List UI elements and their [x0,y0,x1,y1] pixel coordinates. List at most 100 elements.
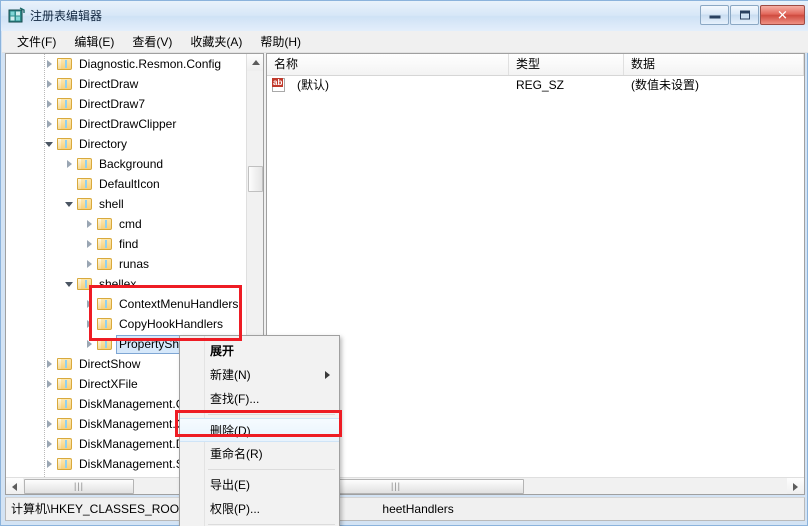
maximize-button[interactable] [730,5,759,25]
list-header: 名称 类型 数据 [267,54,804,76]
registry-values-pane[interactable]: 名称 类型 数据 ab (默认) REG_SZ (数值未设置) ||| [266,53,805,495]
folder-icon [77,177,93,191]
tree-item[interactable]: find [6,234,246,254]
tree-item[interactable]: DirectDraw [6,74,246,94]
context-menu-item-label: 重命名(R) [210,447,263,461]
maximize-icon [739,10,750,20]
grip-icon: ||| [73,481,84,491]
expand-arrow-icon[interactable] [84,259,95,270]
tree-item[interactable]: shellex [6,274,246,294]
table-row[interactable]: ab (默认) REG_SZ (数值未设置) [267,75,804,94]
menu-edit[interactable]: 编辑(E) [65,32,123,52]
list-column-header[interactable]: 名称 [267,54,509,75]
collapse-arrow-icon[interactable] [44,139,55,150]
folder-icon [57,377,73,391]
menu-file[interactable]: 文件(F) [8,32,65,52]
context-menu-item[interactable]: 导出(E) [180,473,339,497]
context-menu-item[interactable]: 重命名(R) [180,442,339,466]
tree-item[interactable]: Background [6,154,246,174]
context-menu-item-label: 查找(F)... [210,392,260,406]
tree-item[interactable]: DirectDraw7 [6,94,246,114]
tree-item[interactable]: runas [6,254,246,274]
minimize-button[interactable] [700,5,729,25]
window-controls: ✕ [700,5,805,25]
context-menu-item[interactable]: 新建(N) [180,363,339,387]
list-scroll-right-button[interactable] [787,478,804,494]
expand-arrow-icon[interactable] [44,419,55,430]
expand-arrow-icon[interactable] [64,159,75,170]
tree-item-label: DefaultIcon [99,177,160,191]
tree-item-label: runas [119,257,150,271]
folder-icon [57,417,73,431]
folder-icon [97,297,113,311]
chevron-right-icon [793,482,798,491]
context-menu-item-label: 删除(D) [210,424,251,438]
tree-item-label: DirectDrawClipper [79,117,177,131]
registry-editor-icon [8,7,25,23]
menu-view[interactable]: 查看(V) [123,32,181,52]
cell-data: (数值未设置) [631,78,699,92]
tree-item-label: shell [99,197,124,211]
menu-help[interactable]: 帮助(H) [251,32,310,52]
expand-arrow-icon[interactable] [44,99,55,110]
list-column-header[interactable]: 类型 [509,54,624,75]
tree-item[interactable]: CopyHookHandlers [6,314,246,334]
tree-item[interactable]: cmd [6,214,246,234]
context-menu-item[interactable]: 权限(P)... [180,497,339,521]
expand-arrow-icon[interactable] [84,219,95,230]
tree-item[interactable]: Diagnostic.Resmon.Config [6,54,246,74]
tree-item-label: DirectDraw [79,77,139,91]
expand-arrow-icon[interactable] [44,359,55,370]
expand-arrow-icon[interactable] [84,239,95,250]
expand-arrow-icon[interactable] [84,319,95,330]
title-bar[interactable]: 注册表编辑器 ✕ [1,1,808,31]
expand-arrow-icon[interactable] [84,339,95,350]
registry-editor-window: 注册表编辑器 ✕ 文件(F) 编辑(E) 查看(V) 收藏夹(A) 帮助(H) [0,0,808,526]
tree-scroll-thumb[interactable] [248,166,263,192]
context-menu-item[interactable]: 删除(D) [180,418,339,442]
list-column-header[interactable]: 数据 [624,54,804,75]
expand-arrow-icon[interactable] [44,459,55,470]
expand-arrow-icon[interactable] [84,299,95,310]
tree-item[interactable]: DefaultIcon [6,174,246,194]
folder-icon [97,317,113,331]
window-title: 注册表编辑器 [30,9,103,23]
folder-icon [97,337,113,351]
close-button[interactable]: ✕ [760,5,805,25]
tree-item-label: DirectShow [79,357,141,371]
collapse-arrow-icon[interactable] [64,199,75,210]
folder-icon [77,197,93,211]
tree-item-label: DirectDraw7 [79,97,146,111]
tree-item[interactable]: DirectDrawClipper [6,114,246,134]
menu-favorites[interactable]: 收藏夹(A) [181,32,251,52]
expand-arrow-icon[interactable] [44,79,55,90]
list-horizontal-scrollbar[interactable]: ||| [267,477,804,494]
tree-item[interactable]: shell [6,194,246,214]
context-menu-item[interactable]: 查找(F)... [180,387,339,411]
context-menu-item[interactable]: 展开 [180,339,339,363]
expand-arrow-icon[interactable] [44,379,55,390]
folder-icon [77,277,93,291]
collapse-arrow-icon[interactable] [64,279,75,290]
status-bar: 计算机\HKEY_CLASSES_ROOT heetHandlers [5,497,805,521]
expand-arrow-icon[interactable] [44,119,55,130]
tree-scroll-left-button[interactable] [6,478,23,494]
folder-icon [77,157,93,171]
folder-icon [57,117,73,131]
folder-icon [57,437,73,451]
context-menu-item-label: 展开 [210,344,235,358]
cell-name: (默认) [297,78,329,92]
folder-icon [97,237,113,251]
folder-icon [97,257,113,271]
expand-arrow-icon[interactable] [44,59,55,70]
close-icon: ✕ [777,7,788,23]
tree-hscroll-thumb[interactable]: ||| [24,479,134,494]
context-menu-item-label: 新建(N) [210,368,251,382]
context-menu[interactable]: 展开新建(N)查找(F)...删除(D)重命名(R)导出(E)权限(P)...复… [179,335,340,526]
expand-arrow-icon[interactable] [44,439,55,450]
tree-item[interactable]: ContextMenuHandlers [6,294,246,314]
tree-item[interactable]: Directory [6,134,246,154]
tree-scroll-up-button[interactable] [247,54,263,71]
